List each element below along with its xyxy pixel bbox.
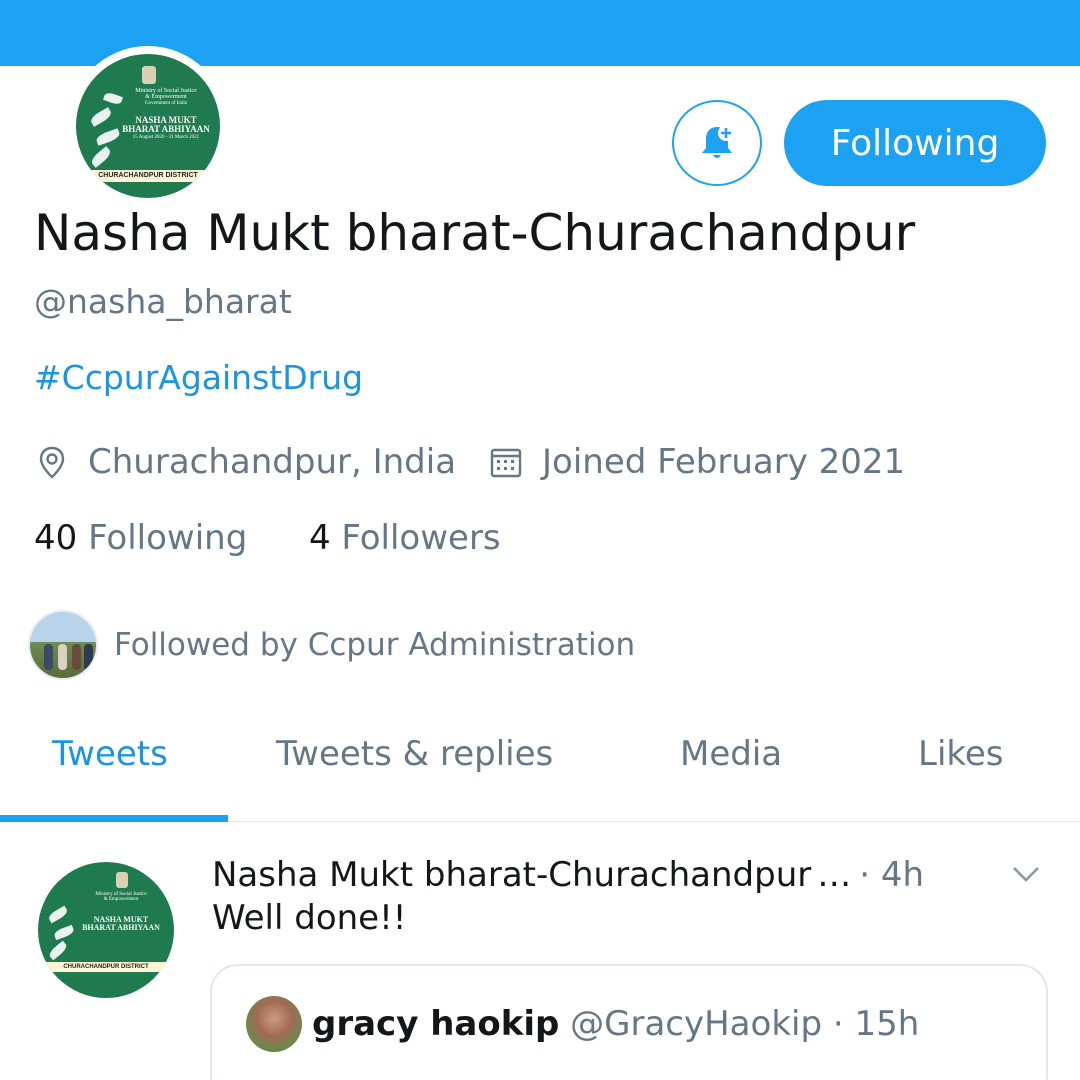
following-button[interactable]: Following [784, 100, 1046, 186]
tweet-author-ellipsis: … [817, 855, 852, 895]
tweet-text: Well done!! [212, 898, 407, 938]
chevron-down-icon[interactable] [1008, 856, 1044, 892]
quoted-tweet-header: gracy haokip @GracyHaokip · 15h [312, 1004, 919, 1044]
tweet-author-avatar[interactable]: Ministry of Social Justice & Empowerment… [38, 862, 174, 998]
profile-avatar[interactable]: Ministry of Social Justice & Empowerment… [68, 46, 228, 206]
emblem-icon [142, 66, 156, 84]
followed-by-row[interactable]: Followed by Ccpur Administration [28, 610, 635, 680]
active-tab-indicator [0, 815, 228, 822]
following-stat[interactable]: 40 Following [34, 518, 247, 558]
tab-tweets[interactable]: Tweets [52, 734, 168, 774]
tab-tweets-replies[interactable]: Tweets & replies [276, 734, 553, 774]
quoted-author-handle: @GracyHaokip [570, 1004, 823, 1044]
profile-meta: Churachandpur, India Joined February 202… [34, 440, 905, 484]
emblem-icon [116, 872, 128, 888]
tweet-author-name[interactable]: Nasha Mukt bharat-Churachandpur [212, 855, 811, 895]
profile-bio-hashtag[interactable]: #CcpurAgainstDrug [34, 358, 363, 397]
profile-tabs: Tweets Tweets & replies Media Likes [0, 720, 1080, 822]
bell-plus-icon [702, 125, 734, 158]
calendar-icon [488, 444, 524, 480]
followed-by-text: Followed by Ccpur Administration [114, 627, 636, 663]
followed-by-avatar [28, 610, 98, 680]
tab-likes[interactable]: Likes [918, 734, 1004, 774]
followers-stat[interactable]: 4 Followers [309, 518, 501, 558]
tweet-header: Nasha Mukt bharat-Churachandpur … · 4h [212, 852, 1052, 898]
quoted-author-avatar [246, 996, 302, 1052]
profile-stats: 40 Following 4 Followers [34, 518, 501, 558]
tab-media[interactable]: Media [680, 734, 782, 774]
profile-name: Nasha Mukt bharat-Churachandpur [34, 204, 916, 262]
quoted-tweet-timestamp: · 15h [832, 1004, 920, 1044]
quoted-author-name: gracy haokip [312, 1004, 560, 1044]
location-pin-icon [34, 444, 70, 480]
quoted-tweet[interactable]: gracy haokip @GracyHaokip · 15h [210, 964, 1048, 1080]
profile-location: Churachandpur, India [88, 442, 457, 482]
profile-handle: @nasha_bharat [34, 282, 292, 321]
tweet-timestamp[interactable]: · 4h [859, 855, 924, 895]
profile-joined-date: Joined February 2021 [542, 442, 906, 482]
notifications-bell-button[interactable] [672, 100, 762, 186]
nasha-mukt-logo: Ministry of Social Justice & Empowerment… [38, 862, 174, 998]
nasha-mukt-logo: Ministry of Social Justice & Empowerment… [76, 54, 220, 198]
